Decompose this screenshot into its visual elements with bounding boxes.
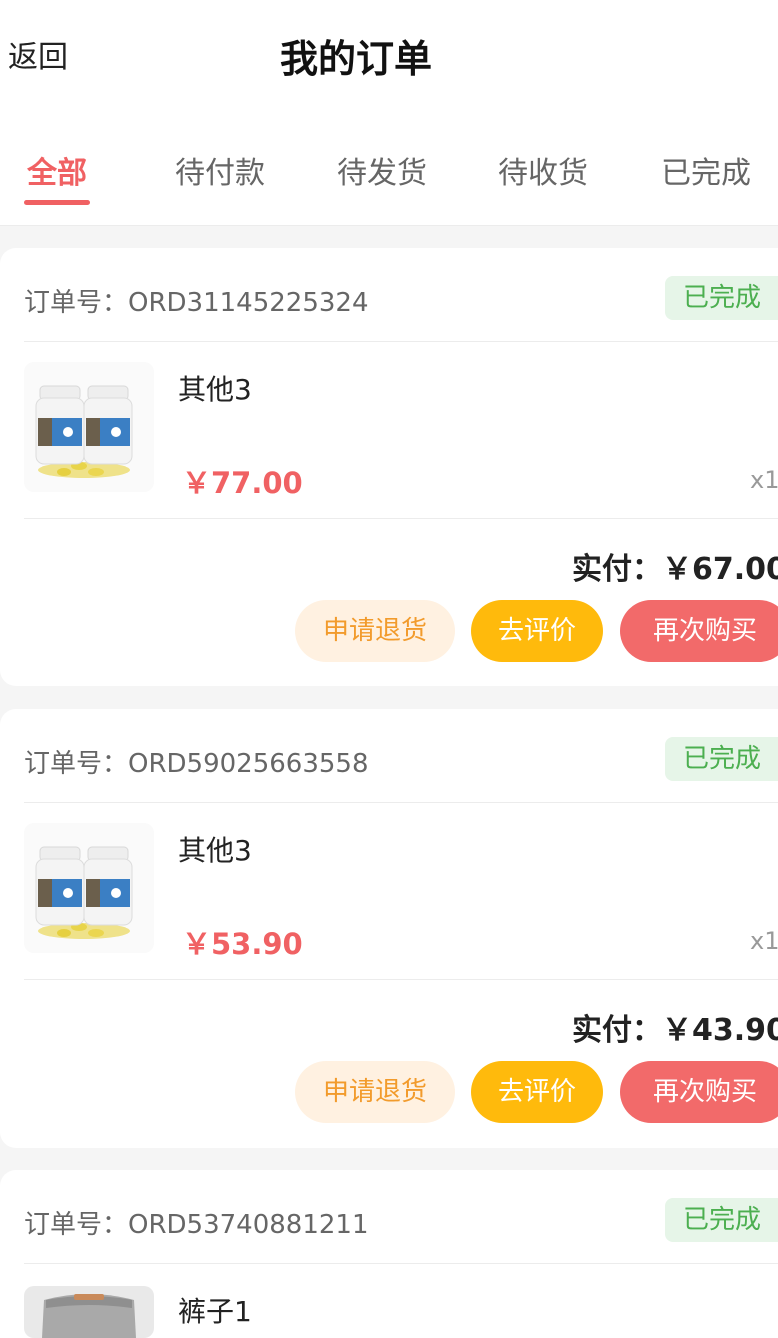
tab-all[interactable]: 全部 <box>27 148 87 192</box>
review-button[interactable]: 去评价 <box>471 1061 603 1123</box>
top-bar: 返回 我的订单 <box>0 0 778 108</box>
tab-pending-payment[interactable]: 待付款 <box>175 148 265 192</box>
grey-pants-image <box>24 1286 154 1338</box>
tab-pending-shipment[interactable]: 待发货 <box>337 148 427 192</box>
product-quantity: x1 <box>750 927 778 955</box>
product-price: ￥77.00 <box>182 466 303 500</box>
order-tabs: 全部 待付款 待发货 待收货 已完成 <box>0 108 778 226</box>
product-name: 其他3 <box>178 373 252 406</box>
order-number: 订单号：ORD59025663558 <box>24 749 369 779</box>
product-price: ￥53.90 <box>182 927 303 961</box>
tab-completed[interactable]: 已完成 <box>661 148 751 192</box>
order-card[interactable]: 订单号：ORD53740881211 已完成 裤子1 <box>0 1170 778 1338</box>
divider <box>24 341 778 342</box>
divider <box>24 802 778 803</box>
divider <box>24 1263 778 1264</box>
supplement-bottles-image <box>24 823 154 953</box>
status-badge: 已完成 <box>665 737 778 781</box>
page-title: 我的订单 <box>279 37 432 81</box>
status-badge: 已完成 <box>665 1198 778 1242</box>
product-image[interactable] <box>24 362 154 492</box>
order-number: 订单号：ORD31145225324 <box>24 288 369 318</box>
request-return-button[interactable]: 申请退货 <box>295 1061 455 1123</box>
buy-again-button[interactable]: 再次购买 <box>620 1061 778 1123</box>
supplement-bottles-image <box>24 362 154 492</box>
request-return-button[interactable]: 申请退货 <box>295 600 455 662</box>
buy-again-button[interactable]: 再次购买 <box>620 600 778 662</box>
product-image[interactable] <box>24 1286 154 1338</box>
review-button[interactable]: 去评价 <box>471 600 603 662</box>
paid-amount: 实付：￥43.90 <box>572 1013 778 1048</box>
order-number: 订单号：ORD53740881211 <box>24 1210 369 1240</box>
product-quantity: x1 <box>750 466 778 494</box>
product-name: 其他3 <box>178 834 252 867</box>
product-name: 裤子1 <box>178 1295 252 1328</box>
tab-pending-receipt[interactable]: 待收货 <box>498 148 588 192</box>
product-image[interactable] <box>24 823 154 953</box>
tab-active-indicator <box>24 200 90 205</box>
order-card[interactable]: 订单号：ORD59025663558 已完成 其他3 ￥53.90 x1 实付：… <box>0 709 778 1148</box>
order-card[interactable]: 订单号：ORD31145225324 已完成 其他3 ￥77.00 x1 实付：… <box>0 248 778 686</box>
status-badge: 已完成 <box>665 276 778 320</box>
divider <box>24 518 778 519</box>
paid-amount: 实付：￥67.00 <box>572 552 778 587</box>
divider <box>24 979 778 980</box>
